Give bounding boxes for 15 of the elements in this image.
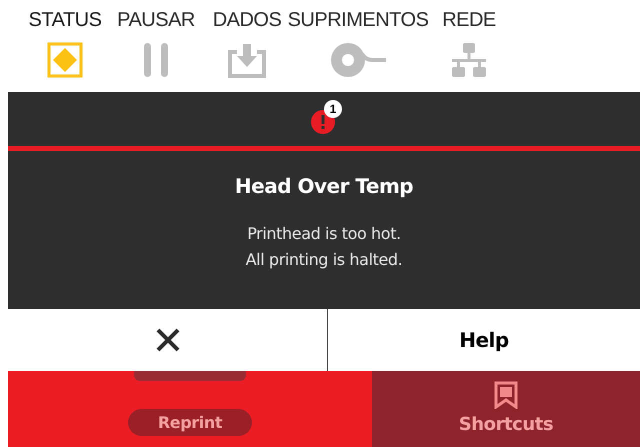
network-icon	[451, 42, 487, 78]
download-tray-icon	[227, 42, 267, 78]
notification-badge: 1	[324, 100, 342, 118]
reprint-button[interactable]: Reprint	[128, 409, 252, 436]
nav-tab[interactable]: STATUS	[20, 8, 110, 78]
alert-message-line: All printing is halted.	[246, 249, 402, 271]
alert-title: Head Over Temp	[234, 173, 414, 200]
help-button[interactable]: Help	[328, 309, 640, 371]
pause-icon	[143, 42, 169, 78]
alert-message-line: Printhead is too hot.	[247, 223, 401, 245]
bookmark-icon	[494, 381, 518, 409]
label-roll-icon	[330, 42, 386, 78]
close-icon	[154, 327, 180, 353]
nav-tab[interactable]: PAUSAR	[110, 8, 202, 78]
shortcuts-button[interactable]: Shortcuts	[372, 371, 640, 447]
